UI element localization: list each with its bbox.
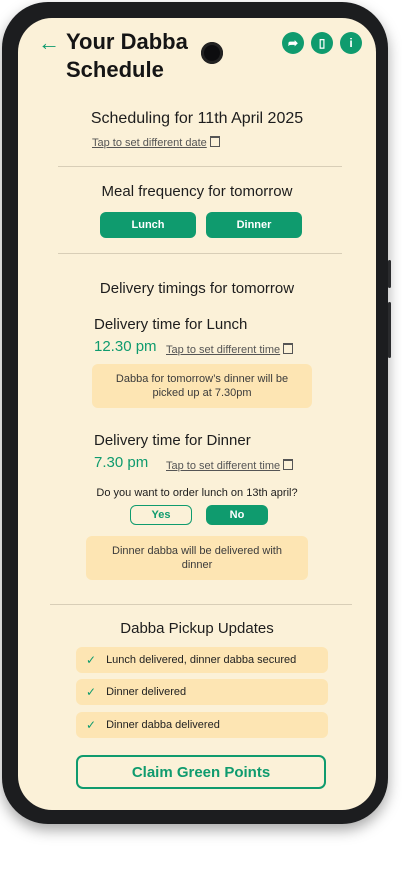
divider: [58, 253, 342, 254]
divider: [58, 166, 342, 167]
updates-heading: Dabba Pickup Updates: [120, 620, 274, 637]
update-text: Dinner dabba delivered: [106, 719, 220, 731]
check-icon: ✓: [86, 685, 97, 699]
yes-button[interactable]: Yes: [130, 505, 192, 525]
lunch-delivery-time: 12.30 pm: [94, 338, 157, 355]
bookmark-icon[interactable]: ▯: [311, 32, 333, 54]
scheduling-heading: Scheduling for 11th April 2025: [90, 110, 304, 127]
update-text: Lunch delivered, dinner dabba secured: [106, 654, 297, 666]
lunch-pickup-note: Dabba for tomorrow’s dinner will be pick…: [92, 364, 312, 408]
order-lunch-question: Do you want to order lunch on 13th april…: [96, 487, 298, 499]
back-arrow-icon[interactable]: ←: [38, 30, 60, 56]
lunch-button[interactable]: Lunch: [100, 212, 196, 238]
dinner-delivery-time: 7.30 pm: [94, 454, 149, 471]
camera-cutout: [201, 42, 223, 64]
check-icon: ✓: [86, 653, 97, 667]
dinner-button[interactable]: Dinner: [206, 212, 302, 238]
calendar-icon[interactable]: [209, 136, 220, 148]
update-item: ✓ Dinner dabba delivered: [76, 712, 328, 738]
divider: [50, 604, 352, 605]
change-dinner-time-link[interactable]: Tap to set different time: [166, 460, 280, 472]
power-button: [388, 302, 391, 358]
lunch-delivery-label: Delivery time for Lunch: [94, 316, 248, 333]
share-icon[interactable]: ➦: [282, 32, 304, 54]
no-button[interactable]: No: [206, 505, 268, 525]
calendar-icon[interactable]: [283, 343, 294, 355]
dinner-delivery-label: Delivery time for Dinner: [94, 432, 251, 449]
info-icon[interactable]: i: [340, 32, 362, 54]
page-title: Your Dabba Schedule: [66, 29, 188, 82]
update-item: ✓ Lunch delivered, dinner dabba secured: [76, 647, 328, 673]
delivery-heading: Delivery timings for tomorrow: [99, 280, 295, 297]
volume-button: [388, 260, 391, 288]
dinner-delivery-note: Dinner dabba will be delivered with dinn…: [86, 536, 308, 580]
calendar-icon[interactable]: [283, 459, 294, 471]
update-item: ✓ Dinner delivered: [76, 679, 328, 705]
check-icon: ✓: [86, 718, 97, 732]
frequency-heading: Meal frequency for tomorrow: [101, 183, 293, 200]
change-date-link[interactable]: Tap to set different date: [92, 137, 207, 149]
claim-green-points-button[interactable]: Claim Green Points: [76, 755, 326, 789]
phone-frame: ← Your Dabba Schedule ➦ ▯ i Scheduling f…: [2, 2, 391, 824]
app-screen: ← Your Dabba Schedule ➦ ▯ i Scheduling f…: [18, 18, 376, 810]
change-lunch-time-link[interactable]: Tap to set different time: [166, 344, 280, 356]
update-text: Dinner delivered: [106, 686, 187, 698]
